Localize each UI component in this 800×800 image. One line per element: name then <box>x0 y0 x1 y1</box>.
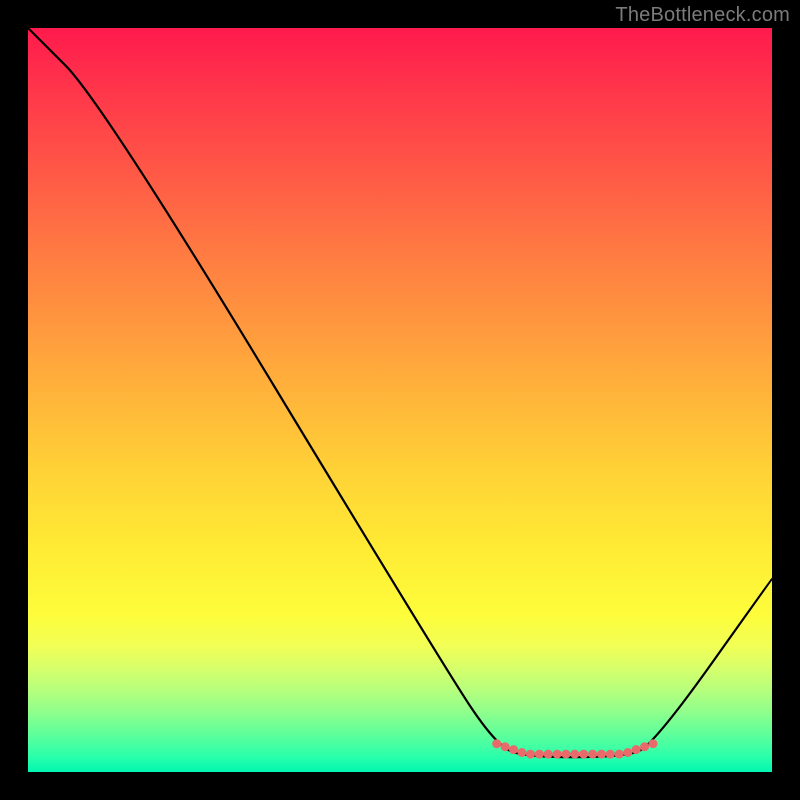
optimal-dot <box>597 750 606 759</box>
optimal-dot <box>570 750 579 759</box>
optimal-dot <box>553 750 562 759</box>
bottleneck-curve <box>28 28 772 757</box>
optimal-dot <box>535 750 544 759</box>
optimal-dot <box>492 739 501 748</box>
gradient-plot-area <box>28 28 772 772</box>
curve-layer <box>28 28 772 772</box>
optimal-dot <box>623 748 632 757</box>
optimal-dot <box>649 739 658 748</box>
optimal-dot <box>544 750 553 759</box>
attribution-text: TheBottleneck.com <box>615 4 790 27</box>
optimal-dot <box>517 748 526 757</box>
optimal-dot <box>615 750 624 759</box>
optimal-dot <box>501 742 510 751</box>
optimal-dot <box>606 750 615 759</box>
chart-frame: TheBottleneck.com <box>0 0 800 800</box>
optimal-dot <box>562 750 571 759</box>
optimal-dot <box>509 745 518 754</box>
optimal-dot <box>640 742 649 751</box>
optimal-dot <box>632 745 641 754</box>
optimal-dot <box>588 750 597 759</box>
optimal-dot <box>526 750 535 759</box>
optimal-dot <box>579 750 588 759</box>
optimal-region-dots <box>492 739 657 758</box>
